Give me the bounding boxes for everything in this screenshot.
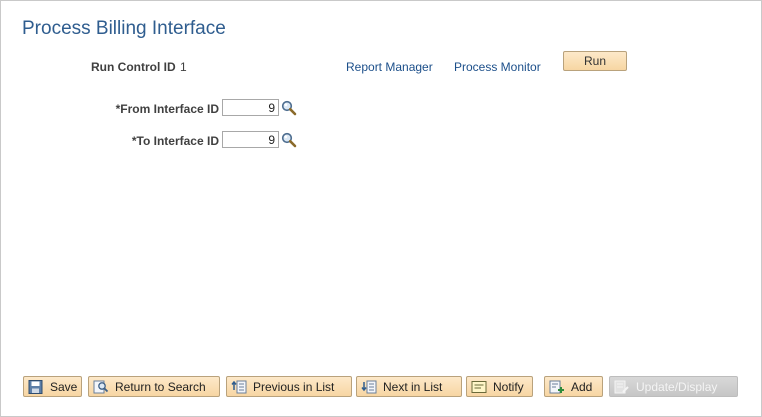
report-manager-link[interactable]: Report Manager: [346, 60, 433, 74]
add-icon: [549, 380, 564, 393]
run-control-label: Run Control ID: [91, 60, 176, 74]
return-to-search-icon: [93, 380, 109, 393]
notify-icon: [471, 380, 487, 393]
to-interface-input[interactable]: [222, 131, 279, 148]
to-interface-label: *To Interface ID: [131, 134, 219, 148]
update-display-icon: [614, 380, 629, 393]
to-interface-lookup-icon[interactable]: [281, 132, 297, 148]
update-display-label: Update/Display: [636, 379, 718, 394]
from-interface-label: *From Interface ID: [115, 102, 219, 116]
previous-in-list-button[interactable]: Previous in List: [226, 376, 352, 397]
process-monitor-link[interactable]: Process Monitor: [454, 60, 541, 74]
run-button[interactable]: Run: [563, 51, 627, 71]
return-to-search-label: Return to Search: [115, 379, 206, 394]
save-label: Save: [50, 379, 78, 394]
add-label: Add: [571, 379, 593, 394]
run-control-value: 1: [180, 60, 187, 74]
previous-in-list-icon: [231, 380, 247, 393]
notify-button[interactable]: Notify: [466, 376, 533, 397]
add-button[interactable]: Add: [544, 376, 603, 397]
notify-label: Notify: [493, 379, 524, 394]
save-button[interactable]: Save: [23, 376, 82, 397]
next-in-list-button[interactable]: Next in List: [356, 376, 462, 397]
page-frame: Process Billing Interface Run Control ID…: [0, 0, 762, 417]
page-title: Process Billing Interface: [22, 18, 226, 39]
save-icon: [28, 379, 43, 394]
update-display-button: Update/Display: [609, 376, 738, 397]
next-in-list-label: Next in List: [383, 379, 443, 394]
from-interface-lookup-icon[interactable]: [281, 100, 297, 116]
previous-in-list-label: Previous in List: [253, 379, 335, 394]
return-to-search-button[interactable]: Return to Search: [88, 376, 220, 397]
next-in-list-icon: [361, 380, 377, 393]
from-interface-input[interactable]: [222, 99, 279, 116]
